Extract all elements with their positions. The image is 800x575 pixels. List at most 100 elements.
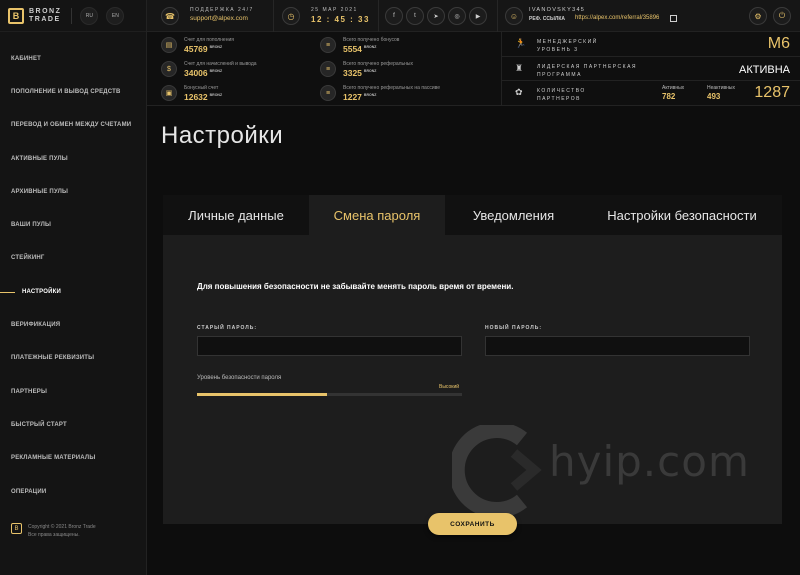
coin-icon: $ xyxy=(161,61,177,77)
old-password-field[interactable] xyxy=(197,336,462,356)
facebook-icon[interactable]: f xyxy=(385,7,403,25)
support-headset-icon[interactable]: ☎ xyxy=(161,7,179,25)
copyright: B Copyright © 2021 Bronz Trade Все права… xyxy=(11,523,96,539)
copy-icon[interactable] xyxy=(670,15,677,22)
tab-notifications[interactable]: Уведомления xyxy=(445,195,582,235)
save-button[interactable]: СОХРАНИТЬ xyxy=(428,513,517,535)
sidebar-item-transfer-exchange[interactable]: ПЕРЕВОД И ОБМЕН МЕЖДУ СЧЕТАМИ xyxy=(0,109,147,142)
bronz-logo-icon[interactable]: B xyxy=(8,7,24,24)
stat-label: Всего получено реферальных xyxy=(343,61,414,67)
stack-icon: ≡ xyxy=(320,61,336,77)
wallet-icon: ▤ xyxy=(161,37,177,53)
partners-count-row: ✿ КОЛИЧЕСТВО ПАРТНЕРОВ Активных 782 Неак… xyxy=(501,81,800,106)
brand-name: BRONZ TRADE xyxy=(29,8,61,24)
copyright-line1: Copyright © 2021 Bronz Trade xyxy=(28,524,96,530)
ref-link[interactable]: https://alpex.com/referral/35896 xyxy=(575,15,659,21)
runner-icon: 🏃 xyxy=(515,38,527,48)
label-line2: УРОВЕНЬ 3 xyxy=(537,47,579,53)
copyright-line2: Все права защищены. xyxy=(28,532,80,538)
label-line1: КОЛИЧЕСТВО xyxy=(537,88,586,95)
partners-icon: ✿ xyxy=(515,87,523,98)
total-bonus-stat: ≡ Всего получено бонусов 5554 BRONZ xyxy=(320,37,399,54)
sidebar-item-verification[interactable]: ВЕРИФИКАЦИЯ xyxy=(0,308,147,341)
sidebar-item-your-pools[interactable]: ВАШИ ПУЛЫ xyxy=(0,208,147,241)
old-password-label: СТАРЫЙ ПАРОЛЬ: xyxy=(197,325,258,331)
sidebar-item-quick-start[interactable]: БЫСТРЫЙ СТАРТ xyxy=(0,408,147,441)
password-strength-label: Уровень безопасности пароля xyxy=(197,375,282,381)
brand-name-line2: TRADE xyxy=(29,15,61,23)
settings-gear-icon[interactable]: ⚙ xyxy=(749,7,767,25)
label-line2: ПАРТНЕРОВ xyxy=(537,96,581,103)
stat-text: Всего получено реферальных 3325 BRONZ xyxy=(343,61,413,78)
sidebar-nav: КАБИНЕТ ПОПОЛНЕНИЕ И ВЫВОД СРЕДСТВ ПЕРЕВ… xyxy=(0,42,147,508)
stat-unit: BRONZ xyxy=(209,45,223,50)
sidebar-item-settings[interactable]: НАСТРОЙКИ xyxy=(0,275,147,308)
lang-ru-button[interactable]: RU xyxy=(80,6,99,25)
stat-number: 1227 xyxy=(343,92,362,102)
ref-link-label: РЕФ. ССЫЛКА xyxy=(529,16,566,22)
stat-unit: BRONZ xyxy=(209,93,223,98)
twitter-icon[interactable]: t xyxy=(406,7,424,25)
inactive-partners-value: 493 xyxy=(707,92,721,102)
partners-total: 1287 xyxy=(754,84,790,102)
sidebar-item-promo-materials[interactable]: РЕКЛАМНЫЕ МАТЕРИАЛЫ xyxy=(0,442,147,475)
leader-icon: ♜ xyxy=(515,62,524,73)
stat-value: 12632 BRONZ xyxy=(184,92,222,102)
divider xyxy=(497,0,498,32)
instagram-icon[interactable]: ◎ xyxy=(448,7,466,25)
sidebar-item-partners[interactable]: ПАРТНЕРЫ xyxy=(0,375,147,408)
stat-unit: BRONZ xyxy=(363,45,377,50)
leader-program-label: ЛИДЕРСКАЯ ПАРТНЕРСКАЯ ПРОГРАММА xyxy=(537,63,637,79)
tab-change-password[interactable]: Смена пароля xyxy=(309,195,445,235)
lang-en-button[interactable]: EN xyxy=(106,6,125,25)
sidebar-item-active-pools[interactable]: АКТИВНЫЕ ПУЛЫ xyxy=(0,142,147,175)
sidebar-item-deposit-withdraw[interactable]: ПОПОЛНЕНИЕ И ВЫВОД СРЕДСТВ xyxy=(0,75,147,108)
bonus-account-stat: ▣ Бонусный счет 12632 BRONZ xyxy=(161,85,222,102)
bonus-icon: ▣ xyxy=(161,85,177,101)
watermark: hyip.com xyxy=(448,422,800,518)
stat-text: Всего получено реферальных на пассиве 12… xyxy=(343,85,440,102)
divider xyxy=(273,0,274,32)
passive-referral-stat: ≡ Всего получено реферальных на пассиве … xyxy=(320,85,440,102)
stat-value: 5554 BRONZ xyxy=(343,44,399,54)
label-line1: МЕНЕДЖЕРСКИЙ xyxy=(537,39,598,45)
copyright-text: Copyright © 2021 Bronz Trade Все права з… xyxy=(28,523,96,539)
sidebar-item-payment-details[interactable]: ПЛАТЕЖНЫЕ РЕКВИЗИТЫ xyxy=(0,342,147,375)
settings-tabs: Личные данные Смена пароля Уведомления Н… xyxy=(163,195,782,235)
stack-icon: ≡ xyxy=(320,85,336,101)
support-email-link[interactable]: support@alpex.com xyxy=(190,15,248,22)
tab-personal-data[interactable]: Личные данные xyxy=(163,195,309,235)
stat-unit: BRONZ xyxy=(209,69,223,74)
stat-text: Счет для пополнения 45769 BRONZ xyxy=(184,37,234,54)
stat-label: Всего получено бонусов xyxy=(343,37,400,43)
main-content: Настройки Личные данные Смена пароля Уве… xyxy=(147,106,800,575)
watermark-text: hyip.com xyxy=(549,437,750,486)
leader-program-row: ♜ ЛИДЕРСКАЯ ПАРТНЕРСКАЯ ПРОГРАММА АКТИВН… xyxy=(501,56,800,82)
stat-number: 45769 xyxy=(184,44,208,54)
current-time: 12 : 45 : 33 xyxy=(311,15,370,24)
new-password-field[interactable] xyxy=(485,336,750,356)
stat-label: Счет для начислений и вывода xyxy=(184,61,257,67)
tab-security-settings[interactable]: Настройки безопасности xyxy=(582,195,782,235)
user-avatar-icon[interactable]: ☺ xyxy=(505,7,523,25)
stat-number: 5554 xyxy=(343,44,362,54)
label-line1: ЛИДЕРСКАЯ ПАРТНЕРСКАЯ xyxy=(537,63,638,70)
stat-value: 45769 BRONZ xyxy=(184,44,234,54)
sidebar-item-operations[interactable]: ОПЕРАЦИИ xyxy=(0,475,147,508)
sidebar-item-cabinet[interactable]: КАБИНЕТ xyxy=(0,42,147,75)
youtube-icon[interactable]: ▶ xyxy=(469,7,487,25)
inactive-partners-label: Неактивных xyxy=(707,85,736,92)
page-title: Настройки xyxy=(161,122,284,149)
telegram-icon[interactable]: ➤ xyxy=(427,7,445,25)
stat-text: Счет для начислений и вывода 34006 BRONZ xyxy=(184,61,257,78)
stat-value: 1227 BRONZ xyxy=(343,92,440,102)
stat-text: Всего получено бонусов 5554 BRONZ xyxy=(343,37,399,54)
manager-level-row: 🏃 МЕНЕДЖЕРСКИЙ УРОВЕНЬ 3 M6 xyxy=(501,32,800,57)
sidebar-item-archive-pools[interactable]: АРХИВНЫЕ ПУЛЫ xyxy=(0,175,147,208)
logo-row: B BRONZ TRADE RU EN xyxy=(0,0,146,32)
stat-value: 3325 BRONZ xyxy=(343,68,413,78)
new-password-label: НОВЫЙ ПАРОЛЬ: xyxy=(485,325,542,331)
stat-label: Бонусный счет xyxy=(184,85,219,91)
logout-power-icon[interactable]: ⏻ xyxy=(773,7,791,25)
sidebar-item-staking[interactable]: СТЕЙКИНГ xyxy=(0,242,147,275)
